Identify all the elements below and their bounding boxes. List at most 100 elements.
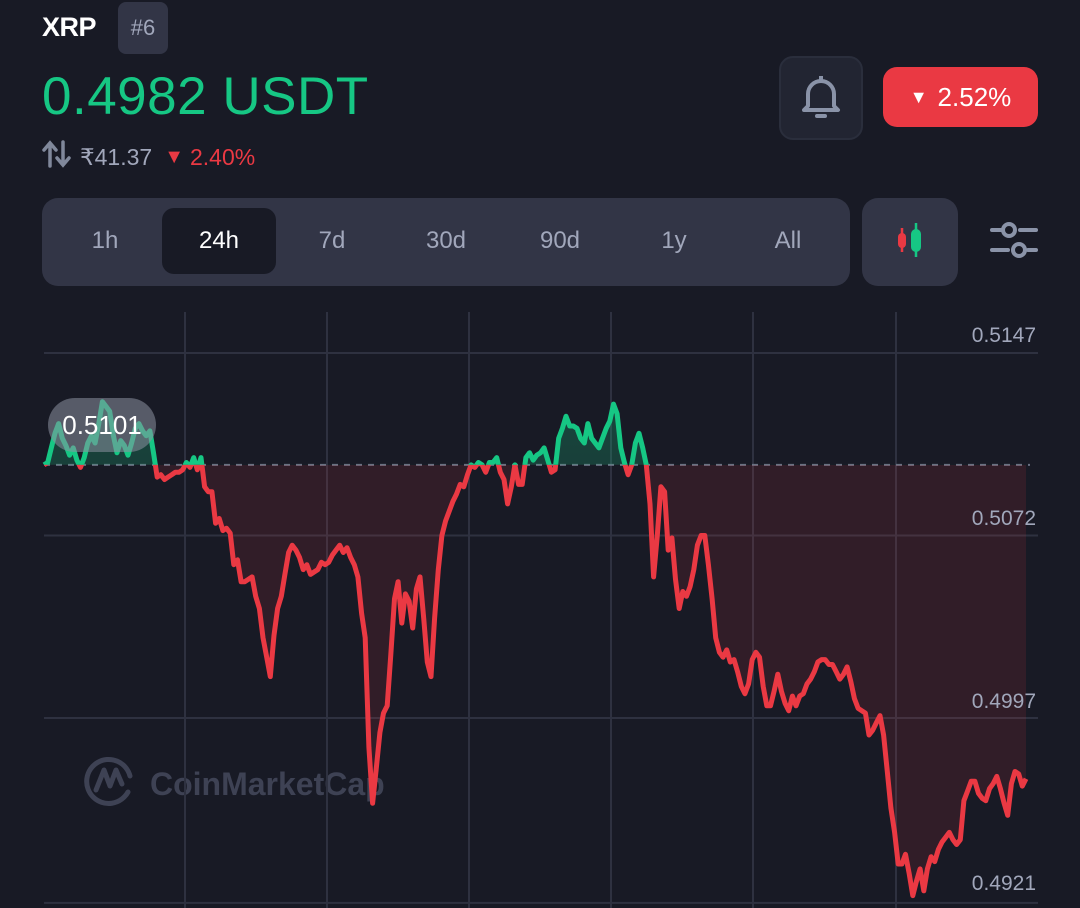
data-point [747, 682, 750, 685]
tab-7d[interactable]: 7d [275, 208, 389, 274]
data-point [685, 595, 688, 598]
data-point [670, 536, 673, 539]
data-point [970, 780, 973, 783]
data-point [203, 485, 206, 488]
data-point [378, 731, 381, 734]
coin-symbol: XRP [42, 12, 97, 42]
data-point [784, 702, 787, 705]
data-point [225, 527, 228, 530]
area-below-baseline [44, 464, 1026, 896]
data-point [232, 563, 235, 566]
data-point [440, 534, 443, 537]
data-point [919, 867, 922, 870]
data-point [722, 656, 725, 659]
tab-1h[interactable]: 1h [48, 208, 162, 274]
data-point [922, 889, 925, 892]
data-point [426, 661, 429, 664]
data-point [481, 463, 484, 466]
data-point [977, 792, 980, 795]
data-point [897, 863, 900, 866]
data-point [674, 578, 677, 581]
data-point [576, 427, 579, 430]
data-point [1006, 814, 1009, 817]
data-point [462, 485, 465, 488]
data-point [590, 437, 593, 440]
data-point [473, 466, 476, 469]
data-point [185, 461, 188, 464]
data-point [364, 636, 367, 639]
data-point [795, 704, 798, 707]
data-point [769, 704, 772, 707]
chart-type-button[interactable] [862, 198, 958, 286]
data-point [725, 648, 728, 651]
data-point [652, 575, 655, 578]
chart-settings-button[interactable] [988, 216, 1040, 268]
data-point [999, 787, 1002, 790]
data-point [382, 712, 385, 715]
tab-24h[interactable]: 24h [162, 208, 276, 274]
tab-1y[interactable]: 1y [617, 208, 731, 274]
data-point [265, 656, 268, 659]
data-point [46, 461, 49, 464]
tab-90d[interactable]: 90d [503, 208, 617, 274]
data-point [528, 451, 531, 454]
data-point [692, 568, 695, 571]
data-point [955, 843, 958, 846]
data-point [313, 571, 316, 574]
data-point [962, 799, 965, 802]
change-24h-badge: ▼ 2.52% [883, 67, 1038, 127]
data-point [802, 692, 805, 695]
data-point [835, 670, 838, 673]
data-point [305, 563, 308, 566]
data-point [400, 622, 403, 625]
data-point [298, 556, 301, 559]
change-24h-value: 2.52% [937, 81, 1012, 112]
data-point [229, 532, 232, 535]
down-triangle-icon: ▼ [164, 146, 184, 168]
data-point [393, 597, 396, 600]
data-point [597, 446, 600, 449]
data-point [127, 454, 130, 457]
data-point [586, 422, 589, 425]
data-point [773, 690, 776, 693]
data-point [83, 456, 86, 459]
data-point [375, 768, 378, 771]
data-point [751, 658, 754, 661]
data-point [360, 612, 363, 615]
data-point [411, 627, 414, 630]
data-point [831, 663, 834, 666]
data-point [415, 588, 418, 591]
timeframe-tabs: 1h 24h 7d 30d 90d 1y All [42, 198, 850, 286]
data-point [565, 415, 568, 418]
data-point [594, 442, 597, 445]
data-point [729, 661, 732, 664]
data-point [820, 658, 823, 661]
data-point [214, 522, 217, 525]
data-point [846, 665, 849, 668]
data-point [459, 483, 462, 486]
data-point [911, 894, 914, 897]
data-point [236, 558, 239, 561]
data-point [568, 425, 571, 428]
y-tick-label: 0.4921 [971, 872, 1036, 895]
data-point [711, 597, 714, 600]
swap-currency-icon[interactable] [42, 140, 74, 175]
data-point [988, 787, 991, 790]
data-point [510, 485, 513, 488]
data-point [780, 690, 783, 693]
data-point [948, 831, 951, 834]
price-chart[interactable] [0, 300, 1080, 908]
price-alert-button[interactable] [779, 56, 863, 140]
rank-badge: #6 [118, 2, 168, 54]
data-point [196, 468, 199, 471]
y-tick-label: 0.5072 [971, 507, 1036, 530]
data-point [791, 695, 794, 698]
data-point [152, 451, 155, 454]
tab-all[interactable]: All [731, 208, 845, 274]
data-point [389, 653, 392, 656]
data-point [68, 454, 71, 457]
data-point [342, 551, 345, 554]
data-point [776, 673, 779, 676]
tab-30d[interactable]: 30d [389, 208, 503, 274]
data-point [524, 456, 527, 459]
